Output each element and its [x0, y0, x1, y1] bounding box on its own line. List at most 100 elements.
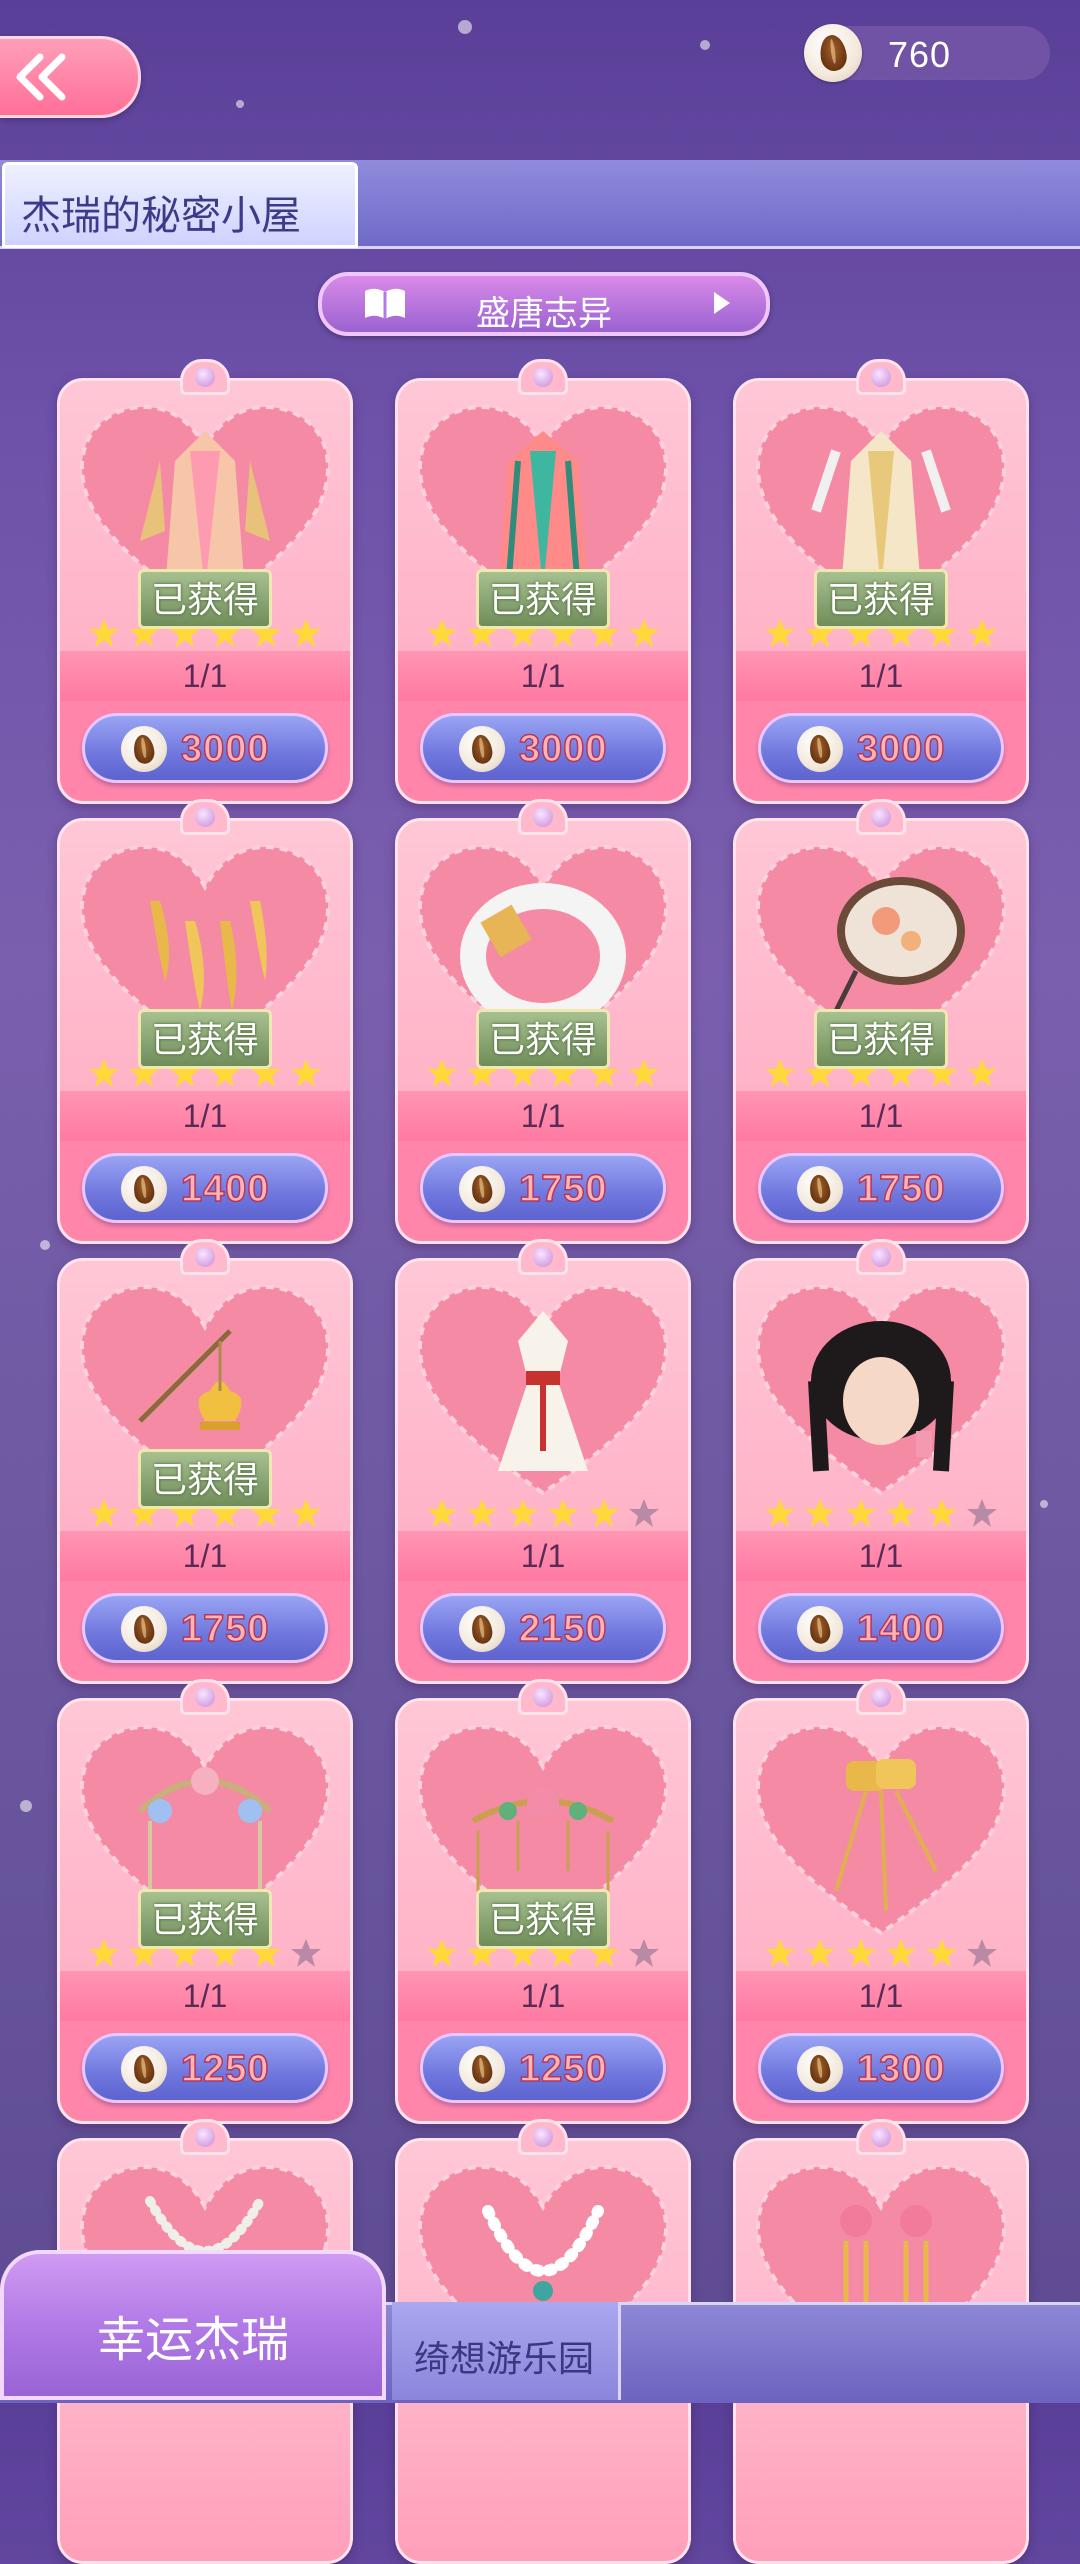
- sparkle: [1040, 1500, 1048, 1508]
- stock-count: 1/1: [736, 651, 1026, 701]
- price-label: 3000: [180, 727, 270, 771]
- star-filled-icon: [290, 1499, 321, 1527]
- star-filled-icon: [845, 1499, 876, 1527]
- star-filled-icon: [427, 619, 457, 647]
- item-card[interactable]: 1/1 1250 已获得: [57, 1679, 353, 2124]
- buy-button[interactable]: 1400: [82, 1153, 328, 1223]
- play-arrow-icon[interactable]: [714, 292, 730, 314]
- star-filled-icon: [966, 1059, 997, 1087]
- star-filled-icon: [548, 1499, 579, 1527]
- star-filled-icon: [89, 1499, 119, 1527]
- item-card[interactable]: 1/1 1400: [733, 1239, 1029, 1684]
- item-card[interactable]: 1/1 1300: [733, 1679, 1029, 2124]
- double-chevron-left-icon: [16, 53, 66, 101]
- buy-button[interactable]: 1250: [420, 2033, 666, 2103]
- star-filled-icon: [427, 1939, 457, 1967]
- card-knob: [856, 799, 906, 835]
- star-filled-icon: [926, 1939, 957, 1967]
- price-label: 1300: [856, 2047, 946, 2091]
- card-knob: [856, 2119, 906, 2155]
- sparkle: [458, 20, 472, 34]
- price-label: 1250: [180, 2047, 270, 2091]
- star-filled-icon: [427, 1499, 457, 1527]
- star-filled-icon: [805, 1499, 836, 1527]
- star-filled-icon: [507, 1499, 538, 1527]
- seed-coin-icon: [121, 2046, 167, 2092]
- tab-label: 绮想游乐园: [414, 2338, 595, 2379]
- price-label: 1750: [518, 1167, 608, 1211]
- buy-button[interactable]: 3000: [82, 713, 328, 783]
- star-rating: [764, 1497, 998, 1529]
- star-filled-icon: [966, 619, 997, 647]
- item-card[interactable]: 1/1 2150: [395, 1239, 691, 1684]
- item-image: [808, 1321, 954, 1472]
- star-empty-icon: [966, 1499, 997, 1527]
- buy-button[interactable]: 1300: [758, 2033, 1004, 2103]
- sparkle: [236, 100, 244, 108]
- star-filled-icon: [765, 1059, 795, 1087]
- buy-button[interactable]: 1400: [758, 1593, 1004, 1663]
- item-card[interactable]: 1/1 3000 已获得: [395, 359, 691, 804]
- obtained-badge: 已获得: [814, 569, 948, 629]
- card-knob: [518, 1239, 568, 1275]
- card-knob: [856, 359, 906, 395]
- buy-button[interactable]: 3000: [758, 713, 1004, 783]
- card-knob: [180, 1679, 230, 1715]
- star-filled-icon: [886, 1499, 917, 1527]
- card-knob: [856, 1239, 906, 1275]
- star-filled-icon: [467, 1499, 498, 1527]
- seed-coin-icon: [797, 726, 843, 772]
- star-filled-icon: [290, 619, 321, 647]
- obtained-badge: 已获得: [138, 1889, 272, 1949]
- seed-coin-icon: [797, 1166, 843, 1212]
- buy-button[interactable]: 1250: [82, 2033, 328, 2103]
- card-knob: [518, 1679, 568, 1715]
- price-label: 1750: [180, 1607, 270, 1651]
- card-knob: [518, 799, 568, 835]
- item-card[interactable]: 1/1 1750 已获得: [733, 799, 1029, 1244]
- star-filled-icon: [765, 1939, 795, 1967]
- star-empty-icon: [966, 1939, 997, 1967]
- obtained-badge: 已获得: [138, 1009, 272, 1069]
- tab-fantasy-park[interactable]: 绮想游乐园: [392, 2302, 621, 2400]
- seed-coin-icon: [121, 726, 167, 772]
- item-image: [498, 1311, 588, 1471]
- stock-count: 1/1: [398, 1531, 688, 1581]
- star-filled-icon: [765, 619, 795, 647]
- star-filled-icon: [926, 1499, 957, 1527]
- star-empty-icon: [290, 1939, 321, 1967]
- buy-button[interactable]: 1750: [420, 1153, 666, 1223]
- item-card[interactable]: 1/1 1750 已获得: [395, 799, 691, 1244]
- star-filled-icon: [845, 1939, 876, 1967]
- series-selector[interactable]: 盛唐志异: [318, 272, 770, 336]
- stock-count: 1/1: [736, 1091, 1026, 1141]
- item-card[interactable]: 1/1 3000 已获得: [733, 359, 1029, 804]
- item-card[interactable]: 1/1 3000 已获得: [57, 359, 353, 804]
- stock-count: 1/1: [60, 651, 350, 701]
- buy-button[interactable]: 2150: [420, 1593, 666, 1663]
- card-knob: [518, 359, 568, 395]
- item-card[interactable]: 1/1 1250 已获得: [395, 1679, 691, 2124]
- tab-lucky-jerry[interactable]: 幸运杰瑞: [0, 2250, 386, 2400]
- currency-amount: 760: [888, 34, 952, 75]
- back-button[interactable]: [0, 36, 141, 118]
- card-knob: [180, 1239, 230, 1275]
- tab-label: 幸运杰瑞: [96, 2314, 289, 2367]
- card-knob: [518, 2119, 568, 2155]
- star-filled-icon: [427, 1059, 457, 1087]
- item-card[interactable]: 1/1 1400 已获得: [57, 799, 353, 1244]
- star-filled-icon: [765, 1499, 795, 1527]
- buy-button[interactable]: 1750: [82, 1593, 328, 1663]
- seed-coin-icon: [797, 1606, 843, 1652]
- item-card[interactable]: 1/1 1750 已获得: [57, 1239, 353, 1684]
- buy-button[interactable]: 3000: [420, 713, 666, 783]
- stock-count: 1/1: [736, 1531, 1026, 1581]
- buy-button[interactable]: 1750: [758, 1153, 1004, 1223]
- item-image: [834, 1759, 938, 1912]
- tab-label: 杰瑞的秘密小屋: [21, 194, 301, 238]
- series-label: 盛唐志异: [476, 295, 612, 333]
- obtained-badge: 已获得: [476, 569, 610, 629]
- star-filled-icon: [628, 1059, 659, 1087]
- obtained-badge: 已获得: [138, 1449, 272, 1509]
- tab-secret-house[interactable]: 杰瑞的秘密小屋: [2, 162, 358, 248]
